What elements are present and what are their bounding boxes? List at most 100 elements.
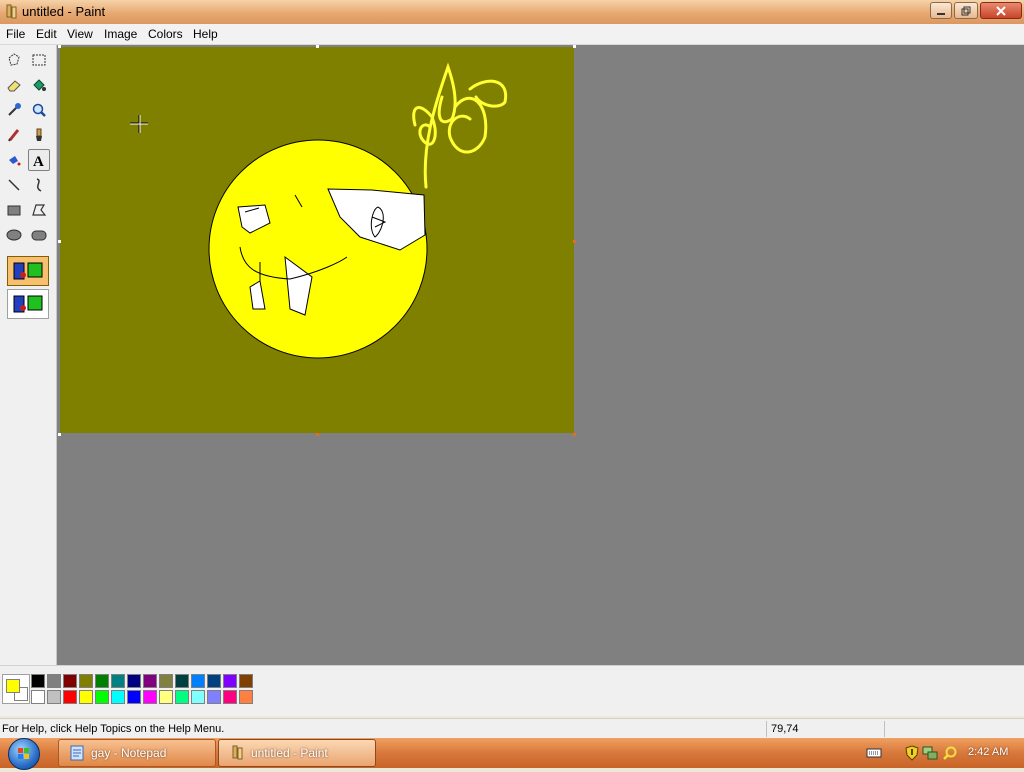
current-colors — [2, 674, 30, 704]
clock: 2:42 AM — [968, 746, 1009, 758]
fill-with-color-tool[interactable] — [28, 74, 50, 96]
paint-app-icon — [6, 4, 17, 19]
palette-swatch[interactable] — [175, 690, 189, 704]
eraser-tool[interactable] — [3, 74, 25, 96]
menu-edit[interactable]: Edit — [36, 27, 57, 41]
svg-text:A: A — [33, 154, 44, 168]
rectangle-tool[interactable] — [3, 199, 25, 221]
notepad-icon — [70, 745, 84, 761]
rounded-rectangle-tool[interactable] — [28, 224, 50, 246]
title-bar: untitled - Paint — [0, 0, 1024, 24]
restore-icon — [961, 6, 971, 15]
magnifier-tool[interactable] — [28, 99, 50, 121]
palette-swatch[interactable] — [95, 674, 109, 688]
palette-swatch[interactable] — [223, 690, 237, 704]
resize-handle — [316, 45, 319, 48]
brush-tool[interactable] — [28, 124, 50, 146]
palette-swatch[interactable] — [63, 674, 77, 688]
search-icon[interactable] — [942, 745, 958, 761]
window-title: untitled - Paint — [22, 4, 106, 19]
taskbar-paint-button[interactable]: untitled - Paint — [218, 739, 376, 767]
resize-handle[interactable] — [316, 433, 319, 436]
polygon-tool[interactable] — [28, 199, 50, 221]
palette-swatch[interactable] — [127, 674, 141, 688]
menu-view[interactable]: View — [67, 27, 93, 41]
windows-logo-icon — [18, 748, 29, 759]
airbrush-tool[interactable] — [3, 149, 25, 171]
text-icon: A — [33, 154, 44, 168]
rectangle-icon — [7, 205, 21, 216]
palette-swatch[interactable] — [63, 690, 77, 704]
pick-color-tool[interactable] — [3, 99, 25, 121]
foreground-color-swatch[interactable] — [6, 679, 20, 693]
palette-swatch[interactable] — [47, 674, 61, 688]
palette-swatch[interactable] — [159, 674, 173, 688]
palette-swatch[interactable] — [191, 690, 205, 704]
rounded-rectangle-icon — [31, 230, 47, 241]
free-form-select-icon — [8, 53, 20, 66]
shield-icon[interactable] — [904, 745, 920, 761]
palette-swatch[interactable] — [111, 674, 125, 688]
line-tool[interactable] — [3, 174, 25, 196]
palette-swatch[interactable] — [239, 674, 253, 688]
shapes-option-icon — [13, 295, 43, 313]
curve-tool[interactable] — [28, 174, 50, 196]
taskbar-notepad-button[interactable]: gay - Notepad — [58, 739, 216, 767]
brush-icon — [36, 128, 42, 141]
ellipse-tool[interactable] — [3, 224, 25, 246]
eyedropper-icon — [8, 103, 21, 116]
resize-handle[interactable] — [573, 240, 576, 243]
palette-swatch[interactable] — [47, 690, 61, 704]
menu-image[interactable]: Image — [104, 27, 137, 41]
paint-bucket-icon — [33, 79, 46, 91]
menu-colors[interactable]: Colors — [148, 27, 183, 41]
palette-swatch[interactable] — [191, 674, 205, 688]
menu-bar: File Edit View Image Colors Help — [0, 24, 1024, 45]
palette-swatch[interactable] — [127, 690, 141, 704]
start-button[interactable] — [8, 738, 40, 770]
palette-swatch[interactable] — [143, 690, 157, 704]
palette-swatch[interactable] — [159, 690, 173, 704]
palette-swatch[interactable] — [95, 690, 109, 704]
palette-swatch[interactable] — [239, 690, 253, 704]
resize-handle — [58, 433, 61, 436]
palette-swatch[interactable] — [31, 690, 45, 704]
pencil-tool[interactable] — [3, 124, 25, 146]
status-divider — [884, 721, 885, 737]
palette-swatch[interactable] — [207, 690, 221, 704]
status-divider — [766, 721, 767, 737]
palette-swatch[interactable] — [143, 674, 157, 688]
palette-swatch[interactable] — [207, 674, 221, 688]
cursor-coordinates: 79,74 — [771, 723, 799, 735]
menu-file[interactable]: File — [6, 27, 25, 41]
resize-handle — [573, 45, 576, 48]
status-help-text: For Help, click Help Topics on the Help … — [2, 723, 225, 735]
palette-swatch[interactable] — [111, 690, 125, 704]
taskbar-notepad-label: gay - Notepad — [91, 746, 167, 760]
eraser-icon — [7, 80, 21, 92]
keyboard-icon[interactable] — [866, 745, 882, 761]
minimize-button[interactable] — [930, 2, 952, 19]
palette-swatch[interactable] — [223, 674, 237, 688]
free-form-select-tool[interactable] — [3, 49, 25, 71]
palette-swatch[interactable] — [31, 674, 45, 688]
close-button[interactable] — [980, 2, 1022, 19]
drawing-canvas[interactable] — [60, 47, 574, 433]
palette-swatch[interactable] — [175, 674, 189, 688]
palette-swatch[interactable] — [79, 674, 93, 688]
shapes-option-icon — [13, 262, 43, 280]
fill-option-filled[interactable] — [7, 289, 49, 319]
fill-option-outline[interactable] — [7, 256, 49, 286]
magnifier-icon — [32, 103, 46, 117]
menu-help[interactable]: Help — [193, 27, 218, 41]
palette-swatch[interactable] — [79, 690, 93, 704]
text-tool[interactable]: A — [28, 149, 50, 171]
pencil-icon — [8, 129, 20, 142]
curve-icon — [36, 178, 42, 192]
network-icon[interactable] — [922, 745, 938, 761]
restore-button[interactable] — [954, 2, 978, 19]
select-tool[interactable] — [28, 49, 50, 71]
line-icon — [8, 179, 20, 191]
resize-handle[interactable] — [573, 433, 576, 436]
paint-icon — [232, 745, 243, 760]
